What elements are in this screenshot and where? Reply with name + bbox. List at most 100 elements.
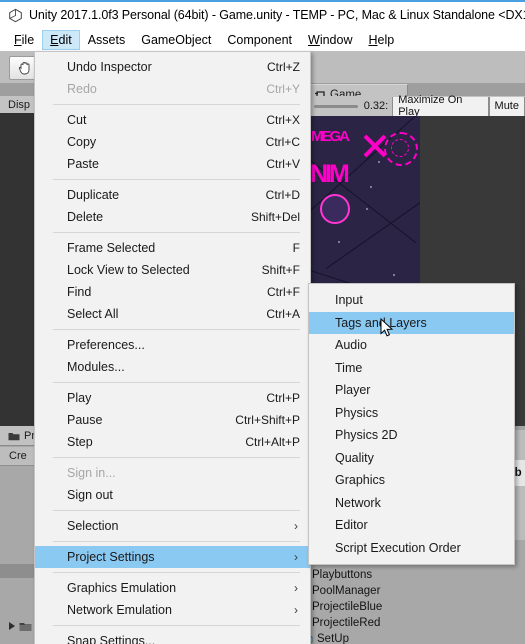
menu-item-snap-settings[interactable]: Snap Settings... [35,630,310,644]
game-art-title-bottom: NIM [310,160,350,188]
menubar-item-window[interactable]: Window [300,30,360,50]
maximize-on-play-button[interactable]: Maximize On Play [392,94,489,118]
menubar-item-file[interactable]: File [6,30,42,50]
menu-item-modules[interactable]: Modules... [35,356,310,378]
menubar-assets-label: Assets [87,32,126,47]
submenu-item-physics[interactable]: Physics [309,402,514,425]
menu-item-find[interactable]: Find Ctrl+F [35,281,310,303]
menu-item-duplicate[interactable]: Duplicate Ctrl+D [35,184,310,206]
menu-item-shortcut: Ctrl+D [265,188,300,202]
game-avatar-sprite [320,194,350,224]
menu-item-label: Modules... [67,360,125,374]
menu-item-step[interactable]: Step Ctrl+Alt+P [35,431,310,453]
menu-item-shortcut: Ctrl+X [266,113,300,127]
submenu-item-network[interactable]: Network [309,492,514,515]
menu-separator [53,541,300,542]
menu-separator [53,382,300,383]
menu-bar: File Edit Assets GameObject Component Wi… [0,28,525,51]
menu-separator [53,457,300,458]
menubar-item-assets[interactable]: Assets [80,30,134,50]
submenu-item-editor[interactable]: Editor [309,514,514,537]
game-render-image: MEGA NIM [308,116,420,286]
folder-icon [8,432,20,440]
folder-icon [19,622,32,631]
menu-item-undo-inspector[interactable]: Undo Inspector Ctrl+Z [35,56,310,78]
menubar-item-gameobject[interactable]: GameObject [133,30,219,50]
menu-separator [53,104,300,105]
menu-item-label: Paste [67,157,99,171]
menu-item-lock-view-to-selected[interactable]: Lock View to Selected Shift+F [35,259,310,281]
menu-item-label: Selection [67,519,119,533]
menu-item-selection[interactable]: Selection › [35,515,310,537]
menubar-item-help[interactable]: Help [361,30,403,50]
submenu-item-label: Editor [335,518,368,533]
menubar-item-component[interactable]: Component [219,30,300,50]
menubar-gameobject-label: GameObject [141,32,212,47]
menu-item-label: Find [67,285,92,299]
list-item[interactable]: Playbuttons [300,567,525,583]
game-view-render[interactable]: MEGA NIM [308,116,525,286]
submenu-item-tags-and-layers[interactable]: Tags and Layers [309,311,514,334]
list-item[interactable]: SetUp [300,631,525,644]
menu-item-label: Step [67,435,93,449]
hierarchy-item-label: PoolManager [312,585,381,597]
hierarchy-item-label: SetUp [317,633,349,644]
menu-item-shortcut: Ctrl+Y [266,82,300,96]
submenu-item-label: Tags and Layers [335,315,427,330]
chevron-right-icon: › [294,603,298,617]
menu-item-shortcut: F [292,241,300,255]
list-item[interactable]: PoolManager [300,583,525,599]
menu-item-label: Redo [67,82,97,96]
submenu-item-label: Time [335,360,363,375]
menu-item-project-settings[interactable]: Project Settings › [35,546,310,568]
menu-item-shortcut: Ctrl+F [267,285,300,299]
project-settings-submenu[interactable]: Input Tags and Layers Audio Time Player Physi… [308,283,515,565]
create-label: Cre [9,450,27,462]
submenu-item-label: Input [335,293,363,308]
unity-editor-window: A Disp Game 0.32: Maximize On Play Mute [0,0,525,644]
menu-item-label: Frame Selected [67,241,156,255]
menubar-help-rest: elp [377,32,395,47]
menu-item-label: Sign in... [67,466,116,480]
menu-separator [53,329,300,330]
menu-item-cut[interactable]: Cut Ctrl+X [35,109,310,131]
submenu-item-script-execution-order[interactable]: Script Execution Order [309,537,514,560]
hierarchy-item-label: ProjectileRed [312,617,381,629]
submenu-item-player[interactable]: Player [309,379,514,402]
menu-item-network-emulation[interactable]: Network Emulation › [35,599,310,621]
dashed-circle-inner-icon [391,139,409,157]
edit-dropdown-menu[interactable]: Undo Inspector Ctrl+Z Redo Ctrl+Y Cut Ctrl+X C… [34,51,311,644]
menu-item-paste[interactable]: Paste Ctrl+V [35,153,310,175]
menu-item-select-all[interactable]: Select All Ctrl+A [35,303,310,325]
project-selected-item[interactable] [0,564,34,578]
submenu-item-quality[interactable]: Quality [309,447,514,470]
submenu-item-label: Script Execution Order [335,540,461,555]
game-view-toolbar: 0.32: Maximize On Play Mute [308,94,525,118]
menu-item-shortcut: Ctrl+Z [267,60,300,74]
submenu-item-audio[interactable]: Audio [309,334,514,357]
menu-item-shortcut: Shift+F [261,263,300,277]
menu-item-preferences[interactable]: Preferences... [35,334,310,356]
menubar-item-edit[interactable]: Edit [42,29,80,50]
menu-item-copy[interactable]: Copy Ctrl+C [35,131,310,153]
menu-item-play[interactable]: Play Ctrl+P [35,387,310,409]
menu-item-redo: Redo Ctrl+Y [35,78,310,100]
menu-item-pause[interactable]: Pause Ctrl+Shift+P [35,409,310,431]
menu-item-graphics-emulation[interactable]: Graphics Emulation › [35,577,310,599]
menu-separator [53,625,300,626]
submenu-item-time[interactable]: Time [309,357,514,380]
submenu-item-physics-2d[interactable]: Physics 2D [309,424,514,447]
submenu-item-input[interactable]: Input [309,289,514,312]
game-zoom-slider[interactable] [314,104,358,108]
list-item[interactable]: ProjectileBlue [300,599,525,615]
menu-item-frame-selected[interactable]: Frame Selected F [35,237,310,259]
menu-item-sign-out[interactable]: Sign out [35,484,310,506]
menu-item-shortcut: Shift+Del [250,210,300,224]
menu-item-delete[interactable]: Delete Shift+Del [35,206,310,228]
triangle-right-icon[interactable] [9,622,15,630]
submenu-item-label: Physics [335,405,379,420]
submenu-item-graphics[interactable]: Graphics [309,469,514,492]
mute-button[interactable]: Mute [488,96,525,116]
list-item[interactable]: ProjectileRed [300,615,525,631]
menu-item-shortcut: Ctrl+A [266,307,300,321]
